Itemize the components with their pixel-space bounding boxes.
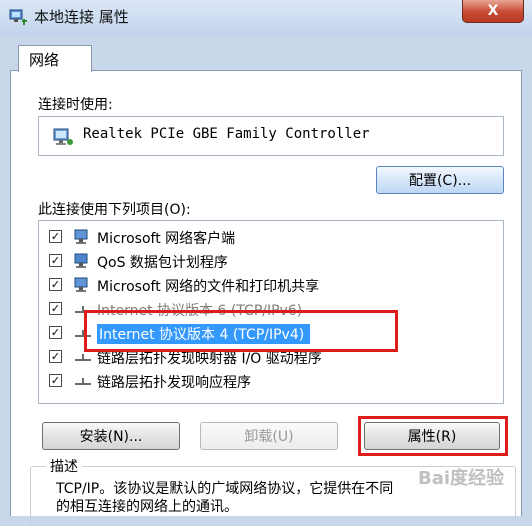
highlight-ipv4 (84, 310, 398, 352)
description-title: 描述 (46, 456, 82, 476)
item-checkbox[interactable]: ✓ (49, 350, 62, 363)
close-icon: X (487, 3, 499, 19)
highlight-properties (358, 416, 508, 456)
qos-icon (73, 252, 93, 270)
description-line: TCP/IP。该协议是默认的广域网络协议，它提供在不同 (56, 481, 394, 497)
item-label: Microsoft 网络客户端 (97, 231, 236, 247)
item-label: Microsoft 网络的文件和打印机共享 (97, 279, 320, 295)
window-title: 本地连接 属性 (34, 8, 129, 26)
title-bar: 本地连接 属性 X (0, 0, 532, 36)
uninstall-button[interactable]: 卸载(U) (200, 422, 338, 450)
item-checkbox[interactable]: ✓ (49, 278, 62, 291)
network-client-icon (73, 228, 93, 246)
file-printer-sharing-icon (73, 276, 93, 294)
description-line: 的相互连接的网络上的通讯。 (56, 499, 238, 515)
item-label: 链路层拓扑发现响应程序 (97, 375, 251, 391)
list-item[interactable]: ✓ QoS 数据包计划程序 (39, 249, 503, 273)
item-label: QoS 数据包计划程序 (97, 255, 228, 271)
adapter-name: Realtek PCIe GBE Family Controller (83, 126, 370, 142)
item-checkbox[interactable]: ✓ (49, 326, 62, 339)
tab-network[interactable]: 网络 (18, 45, 92, 72)
items-label: 此连接使用下列项目(O): (38, 202, 191, 218)
watermark: Bai度经验 (418, 468, 505, 489)
configure-button[interactable]: 配置(C)... (376, 166, 504, 194)
item-checkbox[interactable]: ✓ (49, 302, 62, 315)
item-checkbox[interactable]: ✓ (49, 254, 62, 267)
protocol-icon (73, 372, 93, 390)
description-text: TCP/IP。该协议是默认的广域网络协议，它提供在不同 的相互连接的网络上的通讯… (56, 480, 393, 516)
list-item[interactable]: ✓ 链路层拓扑发现响应程序 (39, 369, 503, 393)
adapter-display: Realtek PCIe GBE Family Controller (38, 116, 504, 156)
network-adapter-icon (51, 125, 75, 153)
connect-using-label: 连接时使用: (38, 97, 113, 113)
list-item[interactable]: ✓ Microsoft 网络的文件和打印机共享 (39, 273, 503, 297)
list-item[interactable]: ✓ Microsoft 网络客户端 (39, 225, 503, 249)
close-button[interactable]: X (462, 0, 524, 23)
item-checkbox[interactable]: ✓ (49, 374, 62, 387)
network-connection-icon (8, 7, 28, 27)
install-button[interactable]: 安装(N)... (42, 422, 180, 450)
item-checkbox[interactable]: ✓ (49, 230, 62, 243)
